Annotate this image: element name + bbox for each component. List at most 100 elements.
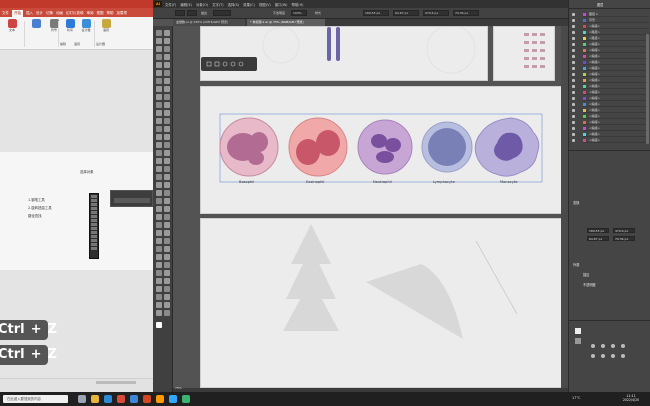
- tool-icon[interactable]: [164, 278, 170, 284]
- tool-icon[interactable]: [156, 198, 162, 204]
- floating-toolbar[interactable]: [201, 57, 257, 71]
- layer-row[interactable]: <编组>: [572, 120, 649, 125]
- tool-icon[interactable]: [156, 182, 162, 188]
- tool-icon[interactable]: [164, 142, 170, 148]
- eye-icon[interactable]: [572, 61, 575, 64]
- layer-row[interactable]: <编组>: [572, 60, 649, 65]
- tool-icon[interactable]: [164, 302, 170, 308]
- task-view-icon[interactable]: [78, 395, 86, 403]
- tool-icon[interactable]: [164, 166, 170, 172]
- layer-row[interactable]: 背景: [572, 18, 649, 23]
- tool-icon[interactable]: [164, 222, 170, 228]
- eye-icon[interactable]: [572, 19, 575, 22]
- layer-row[interactable]: <编组>: [572, 114, 649, 119]
- layer-row[interactable]: <路径>: [572, 36, 649, 41]
- tool-icon[interactable]: [164, 134, 170, 140]
- powerpoint-icon[interactable]: [143, 395, 151, 403]
- tool-icon[interactable]: [164, 254, 170, 260]
- tool-icon[interactable]: [156, 70, 162, 76]
- stroke-swatch[interactable]: [187, 10, 197, 16]
- tool-icon[interactable]: [156, 134, 162, 140]
- wechat-icon[interactable]: [182, 395, 190, 403]
- tool-icon[interactable]: [164, 62, 170, 68]
- eye-icon[interactable]: [572, 85, 575, 88]
- fill-swatch[interactable]: [175, 10, 185, 16]
- chrome-icon[interactable]: [117, 395, 125, 403]
- eye-icon[interactable]: [572, 25, 575, 28]
- menu-item[interactable]: 文字(T): [212, 2, 224, 7]
- tool-icon[interactable]: [156, 214, 162, 220]
- tool-icon[interactable]: [164, 262, 170, 268]
- tool-icon[interactable]: [164, 78, 170, 84]
- artboard-top-right[interactable]: [493, 26, 555, 81]
- menu-item[interactable]: 对象(O): [196, 2, 208, 7]
- artboard-shapes[interactable]: [200, 218, 562, 388]
- transform-w-field[interactable]: 479.6 px: [613, 228, 635, 233]
- ribbon-tab[interactable]: 审阅: [87, 10, 94, 17]
- eye-icon[interactable]: [572, 67, 575, 70]
- tool-icon[interactable]: [164, 150, 170, 156]
- tool-icon[interactable]: [156, 246, 162, 252]
- tool-icon[interactable]: [156, 30, 162, 36]
- eye-icon[interactable]: [572, 49, 575, 52]
- eye-icon[interactable]: [572, 13, 575, 16]
- layer-row[interactable]: <编组>: [572, 42, 649, 47]
- h-field[interactable]: 79.39 px: [453, 10, 479, 16]
- tool-icon[interactable]: [164, 198, 170, 204]
- tool-icon[interactable]: [156, 118, 162, 124]
- eye-icon[interactable]: [572, 79, 575, 82]
- layers-scrollbar[interactable]: [646, 34, 649, 144]
- tool-icon[interactable]: [156, 150, 162, 156]
- tool-icon[interactable]: [164, 310, 170, 316]
- tool-icon[interactable]: [164, 182, 170, 188]
- layer-row[interactable]: <编组>: [572, 90, 649, 95]
- eye-icon[interactable]: [572, 109, 575, 112]
- eye-icon[interactable]: [572, 43, 575, 46]
- tool-icon[interactable]: [156, 126, 162, 132]
- layer-row[interactable]: <编组>: [572, 72, 649, 77]
- tool-icon[interactable]: [164, 206, 170, 212]
- photoshop-icon[interactable]: [169, 395, 177, 403]
- eye-icon[interactable]: [572, 97, 575, 100]
- tool-icon[interactable]: [164, 118, 170, 124]
- tool-icon[interactable]: [156, 294, 162, 300]
- ribbon-tab[interactable]: 加载项: [117, 10, 128, 17]
- tool-icon[interactable]: [164, 38, 170, 44]
- tool-icon[interactable]: [156, 310, 162, 316]
- layer-row[interactable]: <编组>: [572, 84, 649, 89]
- ribbon-tab[interactable]: 幻灯片放映: [66, 10, 84, 17]
- eye-icon[interactable]: [572, 133, 575, 136]
- eye-icon[interactable]: [572, 127, 575, 130]
- ribbon-button[interactable]: 语音: [98, 19, 114, 33]
- eye-icon[interactable]: [572, 91, 575, 94]
- ribbon-tab[interactable]: 插入: [26, 10, 33, 17]
- zoom-slider[interactable]: [96, 381, 136, 384]
- layer-row[interactable]: <编组>: [572, 108, 649, 113]
- tool-icon[interactable]: [164, 30, 170, 36]
- tool-icon[interactable]: [164, 238, 170, 244]
- tool-icon[interactable]: [156, 222, 162, 228]
- ribbon-tab[interactable]: 动画: [56, 10, 63, 17]
- layer-row[interactable]: <编组>: [572, 126, 649, 131]
- tool-icon[interactable]: [156, 102, 162, 108]
- tool-icon[interactable]: [156, 302, 162, 308]
- tool-icon[interactable]: [164, 110, 170, 116]
- y-field[interactable]: 64.67 px: [393, 10, 419, 16]
- tool-icon[interactable]: [156, 238, 162, 244]
- menu-item[interactable]: 文件(F): [165, 2, 176, 7]
- tool-icon[interactable]: [164, 286, 170, 292]
- eye-icon[interactable]: [572, 115, 575, 118]
- tool-icon[interactable]: [156, 46, 162, 52]
- doc-tab-2[interactable]: * 未标题-1.ai @ 75% (RGB/GPU 预览): [247, 19, 325, 26]
- opacity-field[interactable]: 100%: [291, 10, 307, 16]
- layer-row[interactable]: <编组>: [572, 24, 649, 29]
- ribbon-tab[interactable]: 切换: [46, 10, 53, 17]
- w-field[interactable]: 479.6 px: [423, 10, 449, 16]
- tool-icon[interactable]: [164, 70, 170, 76]
- layer-row[interactable]: <路径>: [572, 30, 649, 35]
- tool-icon[interactable]: [164, 54, 170, 60]
- eye-icon[interactable]: [572, 121, 575, 124]
- tool-icon[interactable]: [156, 230, 162, 236]
- eye-icon[interactable]: [572, 139, 575, 142]
- tool-icon[interactable]: [156, 54, 162, 60]
